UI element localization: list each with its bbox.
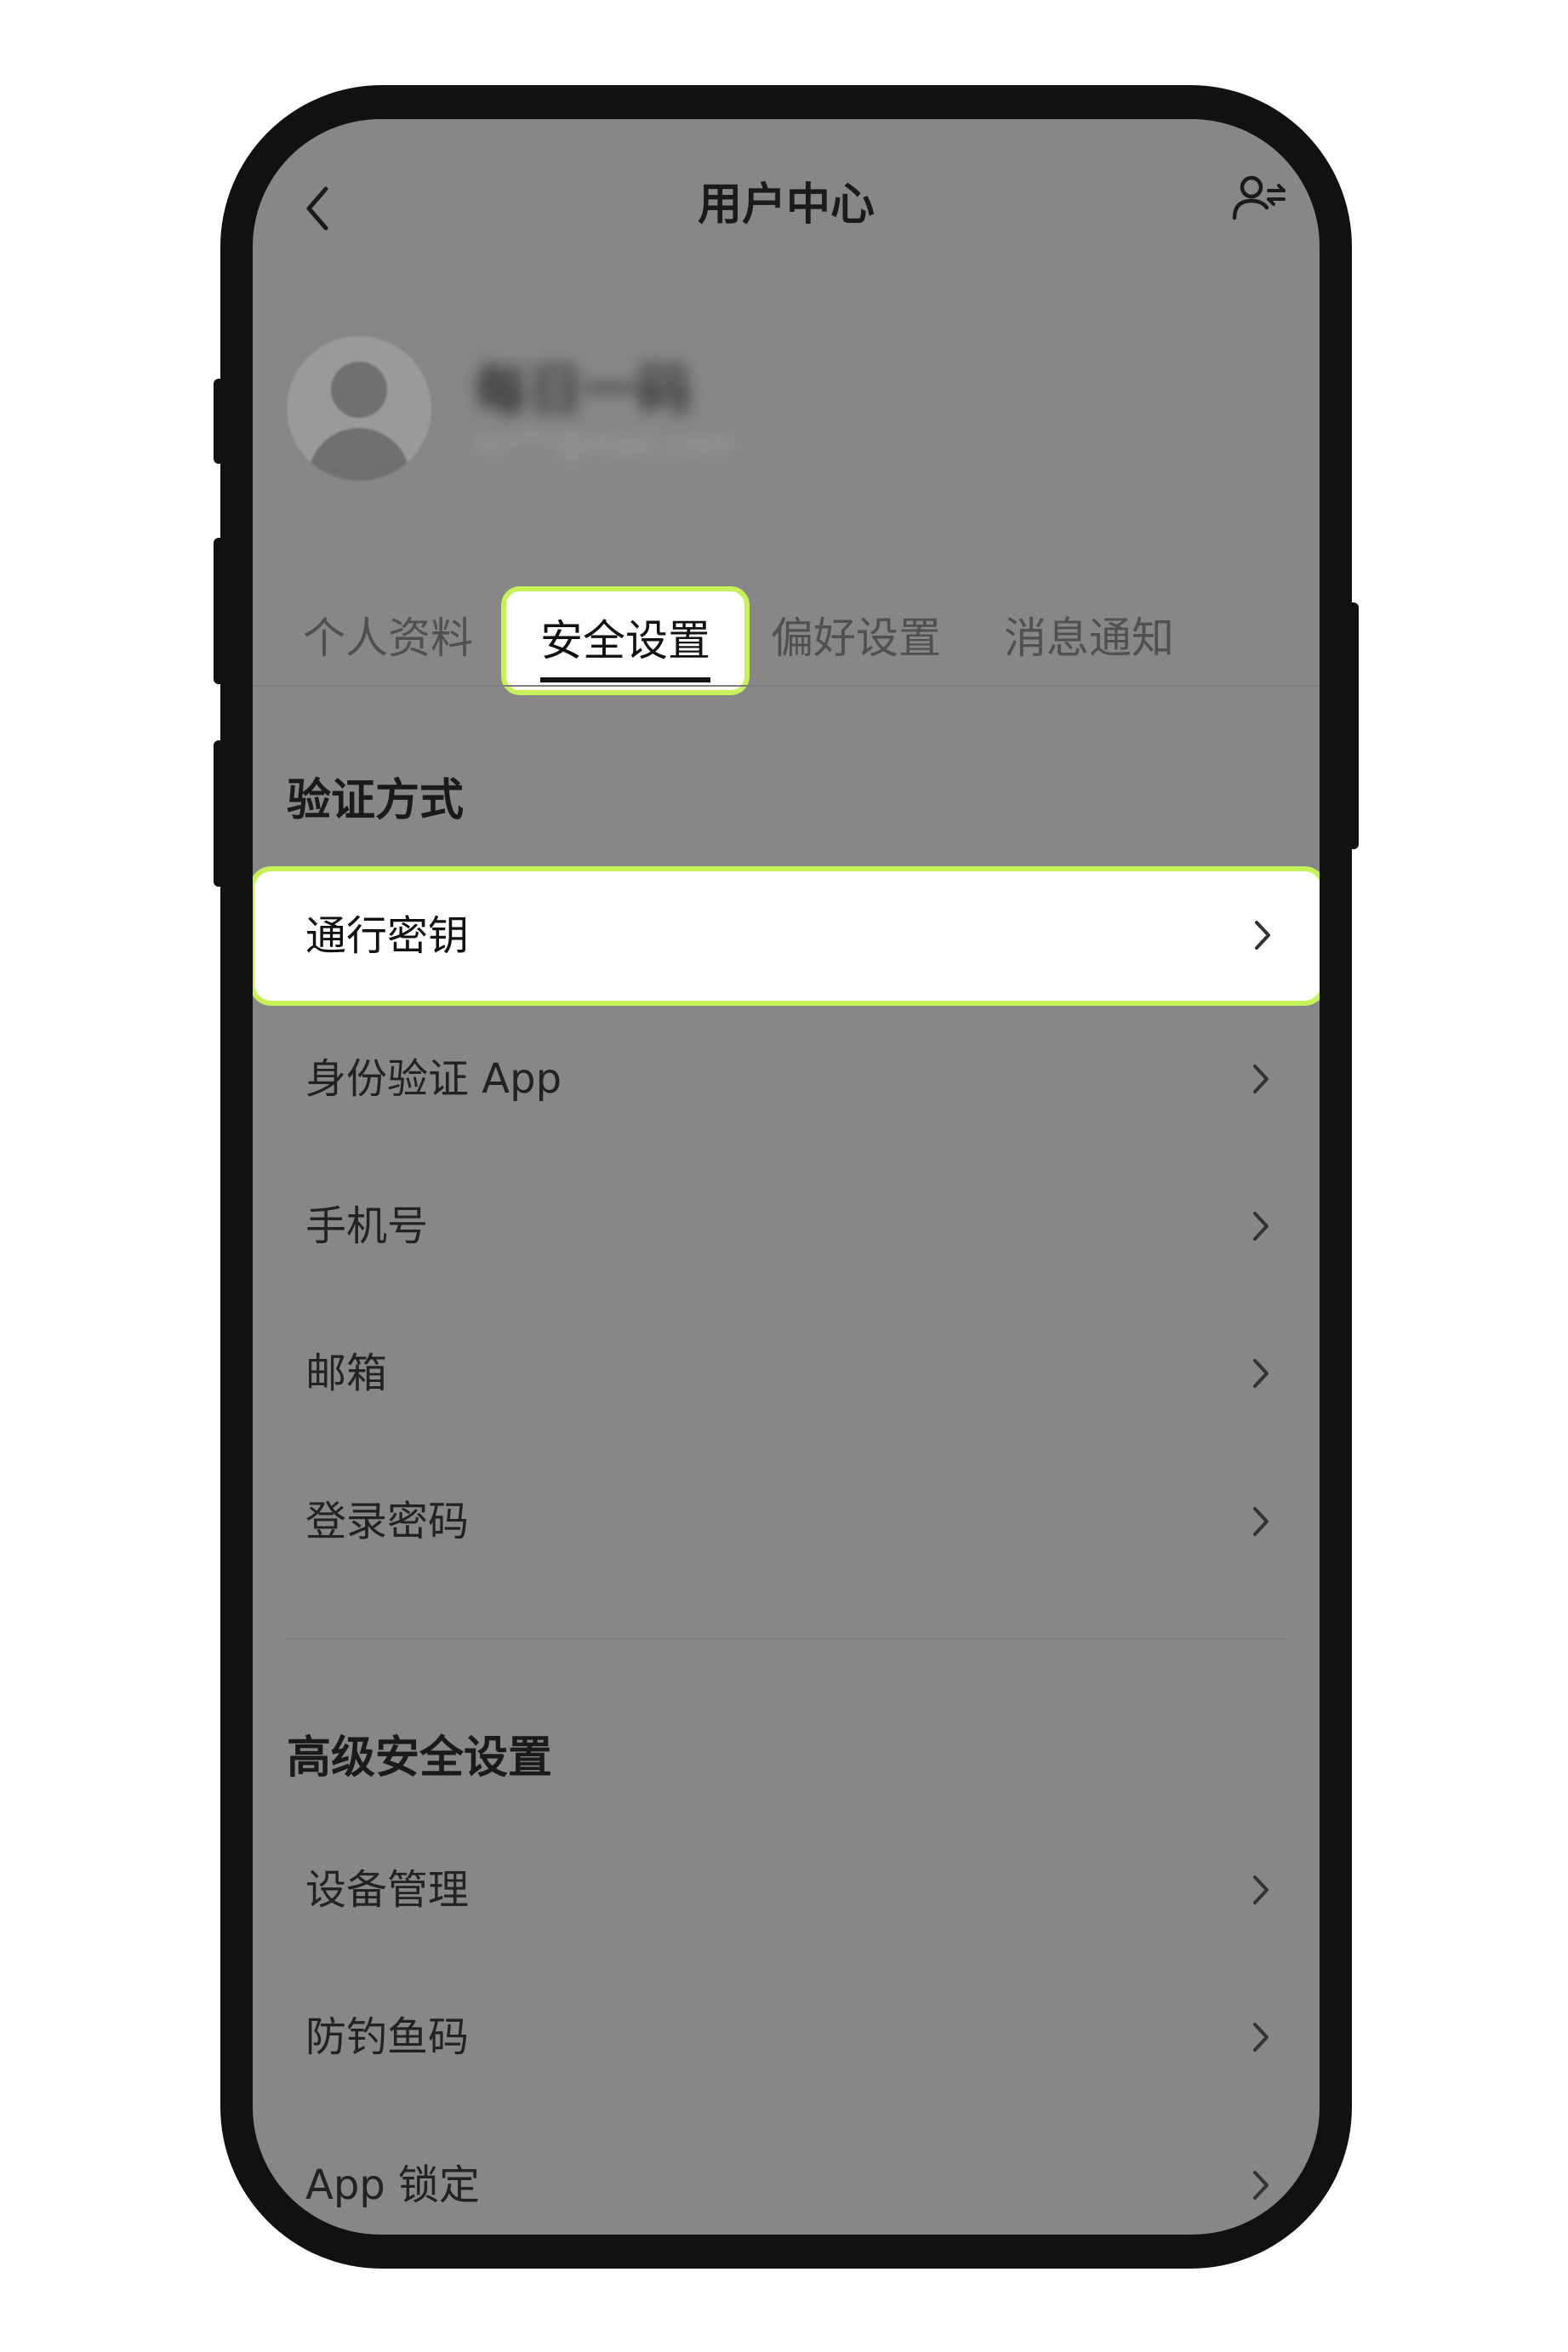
list-item-passkey[interactable]: 通行密钥 — [253, 866, 1320, 1006]
active-tab-indicator — [540, 677, 710, 682]
list-item-label: 手机号 — [305, 1202, 429, 1250]
chevron-right-icon — [1253, 1875, 1269, 1904]
chevron-right-icon — [1253, 1212, 1269, 1241]
chevron-right-icon — [1253, 1359, 1269, 1388]
chevron-right-icon — [1253, 1507, 1269, 1536]
chevron-right-icon — [1253, 2171, 1269, 2200]
user-email: m***@mail.com — [474, 425, 735, 463]
section-divider — [287, 1638, 1286, 1640]
section-title-advanced: 高级安全设置 — [287, 1733, 553, 1784]
section-title-verification: 验证方式 — [287, 775, 465, 826]
tab-notifications[interactable]: 消息通知 — [1000, 591, 1178, 685]
list-item-label: App 锁定 — [305, 2161, 481, 2209]
tab-profile[interactable]: 个人资料 — [299, 591, 477, 685]
avatar[interactable] — [287, 336, 431, 481]
list-item-phone[interactable]: 手机号 — [253, 1162, 1320, 1290]
list-item-label: 身份验证 App — [305, 1055, 562, 1103]
list-item-anti-phishing-code[interactable]: 防钓鱼码 — [253, 1973, 1320, 2101]
list-item-login-password[interactable]: 登录密码 — [253, 1458, 1320, 1585]
list-item-label: 登录密码 — [305, 1498, 470, 1545]
avatar-body — [308, 428, 410, 481]
list-item-authenticator-app[interactable]: 身份验证 App — [253, 1015, 1320, 1143]
list-item-app-lock[interactable]: App 锁定 — [253, 2121, 1320, 2235]
avatar-head — [331, 362, 387, 418]
side-button-volume-down — [214, 740, 225, 887]
side-button-power — [1347, 602, 1359, 849]
chevron-right-icon — [1253, 1065, 1269, 1093]
tab-divider — [253, 685, 1320, 687]
app-screen: 用户中心 每日一码 m***@mail.com 个人资料 安全设置 偏好设置 消… — [253, 119, 1320, 2235]
user-name: 每日一码 — [474, 360, 692, 423]
side-button-volume-up — [214, 538, 225, 684]
list-item-label: 设备管理 — [305, 1866, 470, 1914]
list-item-label: 通行密钥 — [305, 912, 470, 960]
list-item-email[interactable]: 邮箱 — [253, 1310, 1320, 1437]
chevron-right-icon — [1255, 921, 1270, 950]
list-item-label: 邮箱 — [305, 1350, 388, 1397]
list-item-device-management[interactable]: 设备管理 — [253, 1826, 1320, 1954]
list-item-label: 防钓鱼码 — [305, 2013, 470, 2061]
switch-user-icon[interactable] — [1229, 168, 1289, 228]
side-button-mute — [214, 379, 225, 464]
chevron-right-icon — [1253, 2023, 1269, 2052]
tab-bar: 个人资料 安全设置 偏好设置 消息通知 — [253, 586, 1320, 695]
tab-preferences[interactable]: 偏好设置 — [767, 591, 945, 685]
page-title: 用户中心 — [697, 180, 875, 231]
